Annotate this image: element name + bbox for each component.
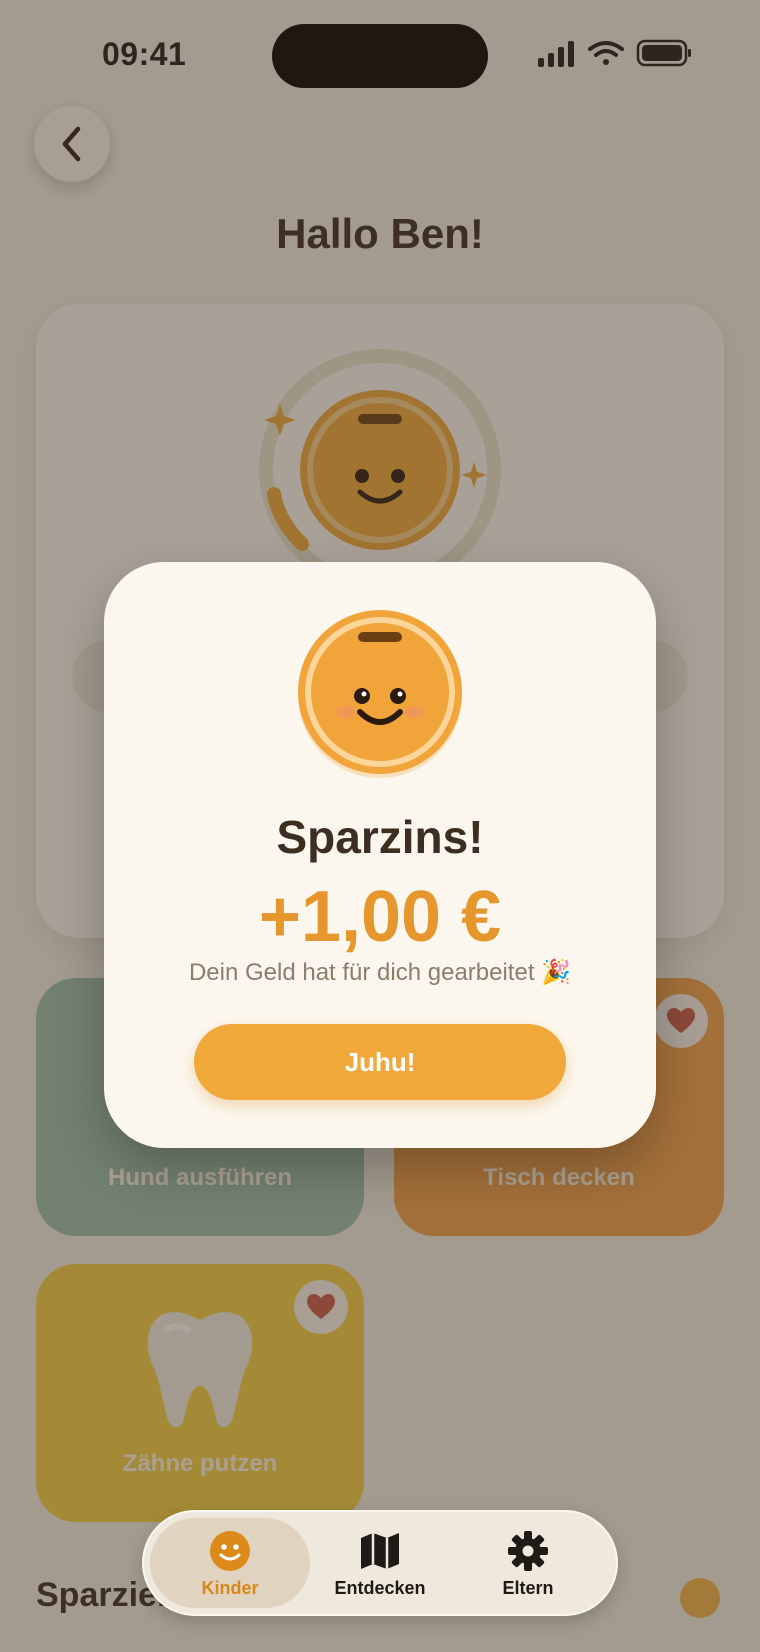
smiley-icon — [210, 1531, 250, 1571]
tab-entdecken[interactable]: Entdecken — [300, 1518, 460, 1608]
tab-label: Entdecken — [334, 1578, 426, 1598]
tab-kinder[interactable]: Kinder — [150, 1518, 310, 1608]
interest-modal: Sparzins! +1,00 € Dein Geld hat für dich… — [104, 562, 656, 1148]
gear-icon — [508, 1531, 548, 1571]
tab-bar: Kinder Entdecken Eltern — [142, 1510, 618, 1616]
tab-eltern[interactable]: Eltern — [448, 1518, 608, 1608]
modal-title: Sparzins! — [276, 811, 484, 863]
tab-label: Kinder — [201, 1578, 259, 1598]
tab-label: Eltern — [502, 1578, 554, 1598]
piggy-coin-icon — [298, 610, 462, 778]
interest-amount: +1,00 € — [258, 877, 502, 957]
map-icon — [361, 1533, 399, 1569]
confirm-button[interactable]: Juhu! — [194, 1024, 566, 1100]
modal-subtitle: Dein Geld hat für dich gearbeitet 🎉 — [188, 959, 572, 986]
